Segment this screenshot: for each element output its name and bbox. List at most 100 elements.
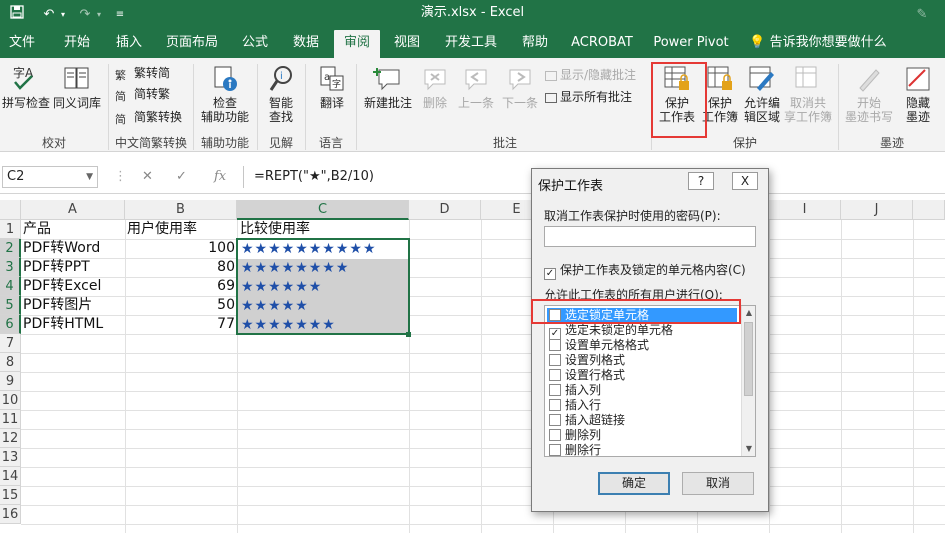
cell-a1[interactable]: 产品 bbox=[23, 220, 123, 239]
list-item[interactable]: 删除列 bbox=[547, 428, 737, 443]
column-header[interactable]: D bbox=[409, 200, 481, 220]
row-header[interactable]: 5 bbox=[0, 296, 21, 315]
cell-b5[interactable]: 50 bbox=[125, 296, 237, 315]
previous-comment-button[interactable]: 上一条 bbox=[456, 64, 496, 110]
row-header[interactable]: 7 bbox=[0, 334, 21, 353]
worksheet-grid[interactable]: A B C D E F G H I J 1 2 3 4 5 6 7 8 9 10… bbox=[0, 200, 945, 533]
row-header[interactable]: 16 bbox=[0, 505, 21, 524]
tab-home[interactable]: 开始 bbox=[58, 30, 96, 58]
simplified-to-traditional-button[interactable]: 简简转繁 bbox=[115, 85, 170, 103]
row-header[interactable]: 11 bbox=[0, 410, 21, 429]
translate-button[interactable]: a字 翻译 bbox=[312, 64, 352, 110]
checkbox-icon[interactable] bbox=[549, 399, 561, 411]
column-header[interactable]: B bbox=[125, 200, 237, 220]
list-item[interactable]: 设置行格式 bbox=[547, 368, 737, 383]
tell-me-search[interactable]: 💡 告诉我你想要做什么 bbox=[748, 30, 888, 58]
checkbox-icon[interactable] bbox=[549, 414, 561, 426]
row-header[interactable]: 6 bbox=[0, 315, 21, 334]
cell-a5[interactable]: PDF转图片 bbox=[23, 296, 123, 315]
tab-page-layout[interactable]: 页面布局 bbox=[162, 30, 222, 58]
unshare-workbook-button[interactable]: 取消共 享工作簿 bbox=[784, 64, 832, 124]
cell-a6[interactable]: PDF转HTML bbox=[23, 315, 123, 334]
scroll-down-icon[interactable]: ▼ bbox=[742, 442, 755, 456]
enter-icon[interactable]: ✓ bbox=[176, 166, 187, 188]
row-header[interactable]: 12 bbox=[0, 429, 21, 448]
chevron-down-icon[interactable]: ▼ bbox=[86, 167, 93, 187]
ok-button[interactable]: 确定 bbox=[598, 472, 670, 495]
smart-lookup-button[interactable]: i 智能 查找 bbox=[262, 64, 300, 124]
cell-b1[interactable]: 用户使用率 bbox=[127, 220, 235, 239]
cell-b2[interactable]: 100 bbox=[125, 239, 237, 258]
column-header[interactable]: A bbox=[21, 200, 125, 220]
row-header[interactable]: 3 bbox=[0, 258, 21, 277]
cell-c1[interactable]: 比较使用率 bbox=[240, 220, 406, 239]
cancel-icon[interactable]: ✕ bbox=[142, 166, 153, 188]
row-header[interactable]: 15 bbox=[0, 486, 21, 505]
row-header[interactable]: 14 bbox=[0, 467, 21, 486]
new-comment-button[interactable]: 新建批注 bbox=[362, 64, 414, 110]
spell-check-button[interactable]: 字A 拼写检查 bbox=[2, 64, 50, 110]
convert-button[interactable]: 简简繁转换 bbox=[115, 108, 182, 126]
hide-ink-button[interactable]: 隐藏 墨迹 bbox=[898, 64, 938, 124]
scroll-up-icon[interactable]: ▲ bbox=[742, 306, 755, 320]
list-item[interactable]: 插入列 bbox=[547, 383, 737, 398]
list-item[interactable]: ✓ 选定未锁定的单元格 bbox=[547, 323, 737, 340]
tab-help[interactable]: 帮助 bbox=[516, 30, 554, 58]
row-header[interactable]: 9 bbox=[0, 372, 21, 391]
list-item[interactable]: 设置单元格格式 bbox=[547, 338, 737, 353]
tab-developer[interactable]: 开发工具 bbox=[440, 30, 502, 58]
tab-formulas[interactable]: 公式 bbox=[236, 30, 274, 58]
tab-data[interactable]: 数据 bbox=[287, 30, 325, 58]
traditional-to-simplified-button[interactable]: 繁繁转简 bbox=[115, 64, 170, 82]
row-header[interactable]: 13 bbox=[0, 448, 21, 467]
password-input[interactable] bbox=[544, 226, 756, 247]
column-header[interactable]: J bbox=[841, 200, 913, 220]
insert-function-icon[interactable]: fx bbox=[214, 166, 226, 188]
cell-b6[interactable]: 77 bbox=[125, 315, 237, 334]
tab-acrobat[interactable]: ACROBAT bbox=[568, 30, 636, 58]
checkbox-icon[interactable] bbox=[549, 354, 561, 366]
cancel-button[interactable]: 取消 bbox=[682, 472, 754, 495]
scroll-thumb[interactable] bbox=[744, 322, 753, 396]
help-button[interactable]: ? bbox=[688, 172, 714, 190]
start-inking-button[interactable]: 开始 墨迹书写 bbox=[844, 64, 894, 124]
column-header[interactable]: C bbox=[237, 200, 409, 220]
cell-a3[interactable]: PDF转PPT bbox=[23, 258, 123, 277]
tab-file[interactable]: 文件 bbox=[4, 30, 40, 58]
check-accessibility-button[interactable]: 检查 辅助功能 bbox=[197, 64, 253, 124]
list-item[interactable]: 插入超链接 bbox=[547, 413, 737, 428]
fill-handle[interactable] bbox=[406, 332, 411, 337]
checkbox-icon[interactable] bbox=[549, 444, 561, 456]
checkbox-icon[interactable] bbox=[549, 369, 561, 381]
select-all-corner[interactable] bbox=[0, 200, 21, 220]
checkbox-icon[interactable] bbox=[549, 384, 561, 396]
cell-b4[interactable]: 69 bbox=[125, 277, 237, 296]
tab-power-pivot[interactable]: Power Pivot bbox=[652, 30, 730, 58]
row-header[interactable]: 8 bbox=[0, 353, 21, 372]
cell-a4[interactable]: PDF转Excel bbox=[23, 277, 123, 296]
tab-review[interactable]: 审阅 bbox=[334, 30, 380, 58]
row-header[interactable]: 4 bbox=[0, 277, 21, 296]
delete-comment-button[interactable]: 删除 bbox=[418, 64, 452, 110]
allow-edit-ranges-button[interactable]: 允许编 辑区域 bbox=[742, 64, 782, 124]
next-comment-button[interactable]: 下一条 bbox=[500, 64, 540, 110]
row-header[interactable]: 1 bbox=[0, 220, 21, 239]
close-button[interactable]: X bbox=[732, 172, 758, 190]
checkbox-icon[interactable] bbox=[549, 429, 561, 441]
column-header[interactable] bbox=[913, 200, 945, 220]
checkbox-icon[interactable] bbox=[549, 339, 561, 351]
name-box[interactable]: C2 ▼ bbox=[2, 166, 98, 188]
column-header[interactable]: I bbox=[769, 200, 841, 220]
show-hide-comment-button[interactable]: 显示/隐藏批注 bbox=[545, 66, 636, 84]
permissions-list[interactable]: 选定锁定单元格 ✓ 选定未锁定的单元格 设置单元格格式 设置列格式 设置行格式 插… bbox=[544, 305, 756, 457]
protect-contents-checkbox[interactable]: ✓ 保护工作表及锁定的单元格内容(C) bbox=[544, 261, 746, 280]
cell-b3[interactable]: 80 bbox=[125, 258, 237, 277]
list-item[interactable]: 插入行 bbox=[547, 398, 737, 413]
row-header[interactable]: 10 bbox=[0, 391, 21, 410]
list-scrollbar[interactable]: ▲ ▼ bbox=[741, 306, 755, 456]
thesaurus-button[interactable]: 同义词库 bbox=[50, 64, 104, 110]
list-item[interactable]: 设置列格式 bbox=[547, 353, 737, 368]
tab-view[interactable]: 视图 bbox=[388, 30, 426, 58]
checkbox-checked-icon[interactable]: ✓ bbox=[544, 268, 556, 280]
cell-a2[interactable]: PDF转Word bbox=[23, 239, 123, 258]
